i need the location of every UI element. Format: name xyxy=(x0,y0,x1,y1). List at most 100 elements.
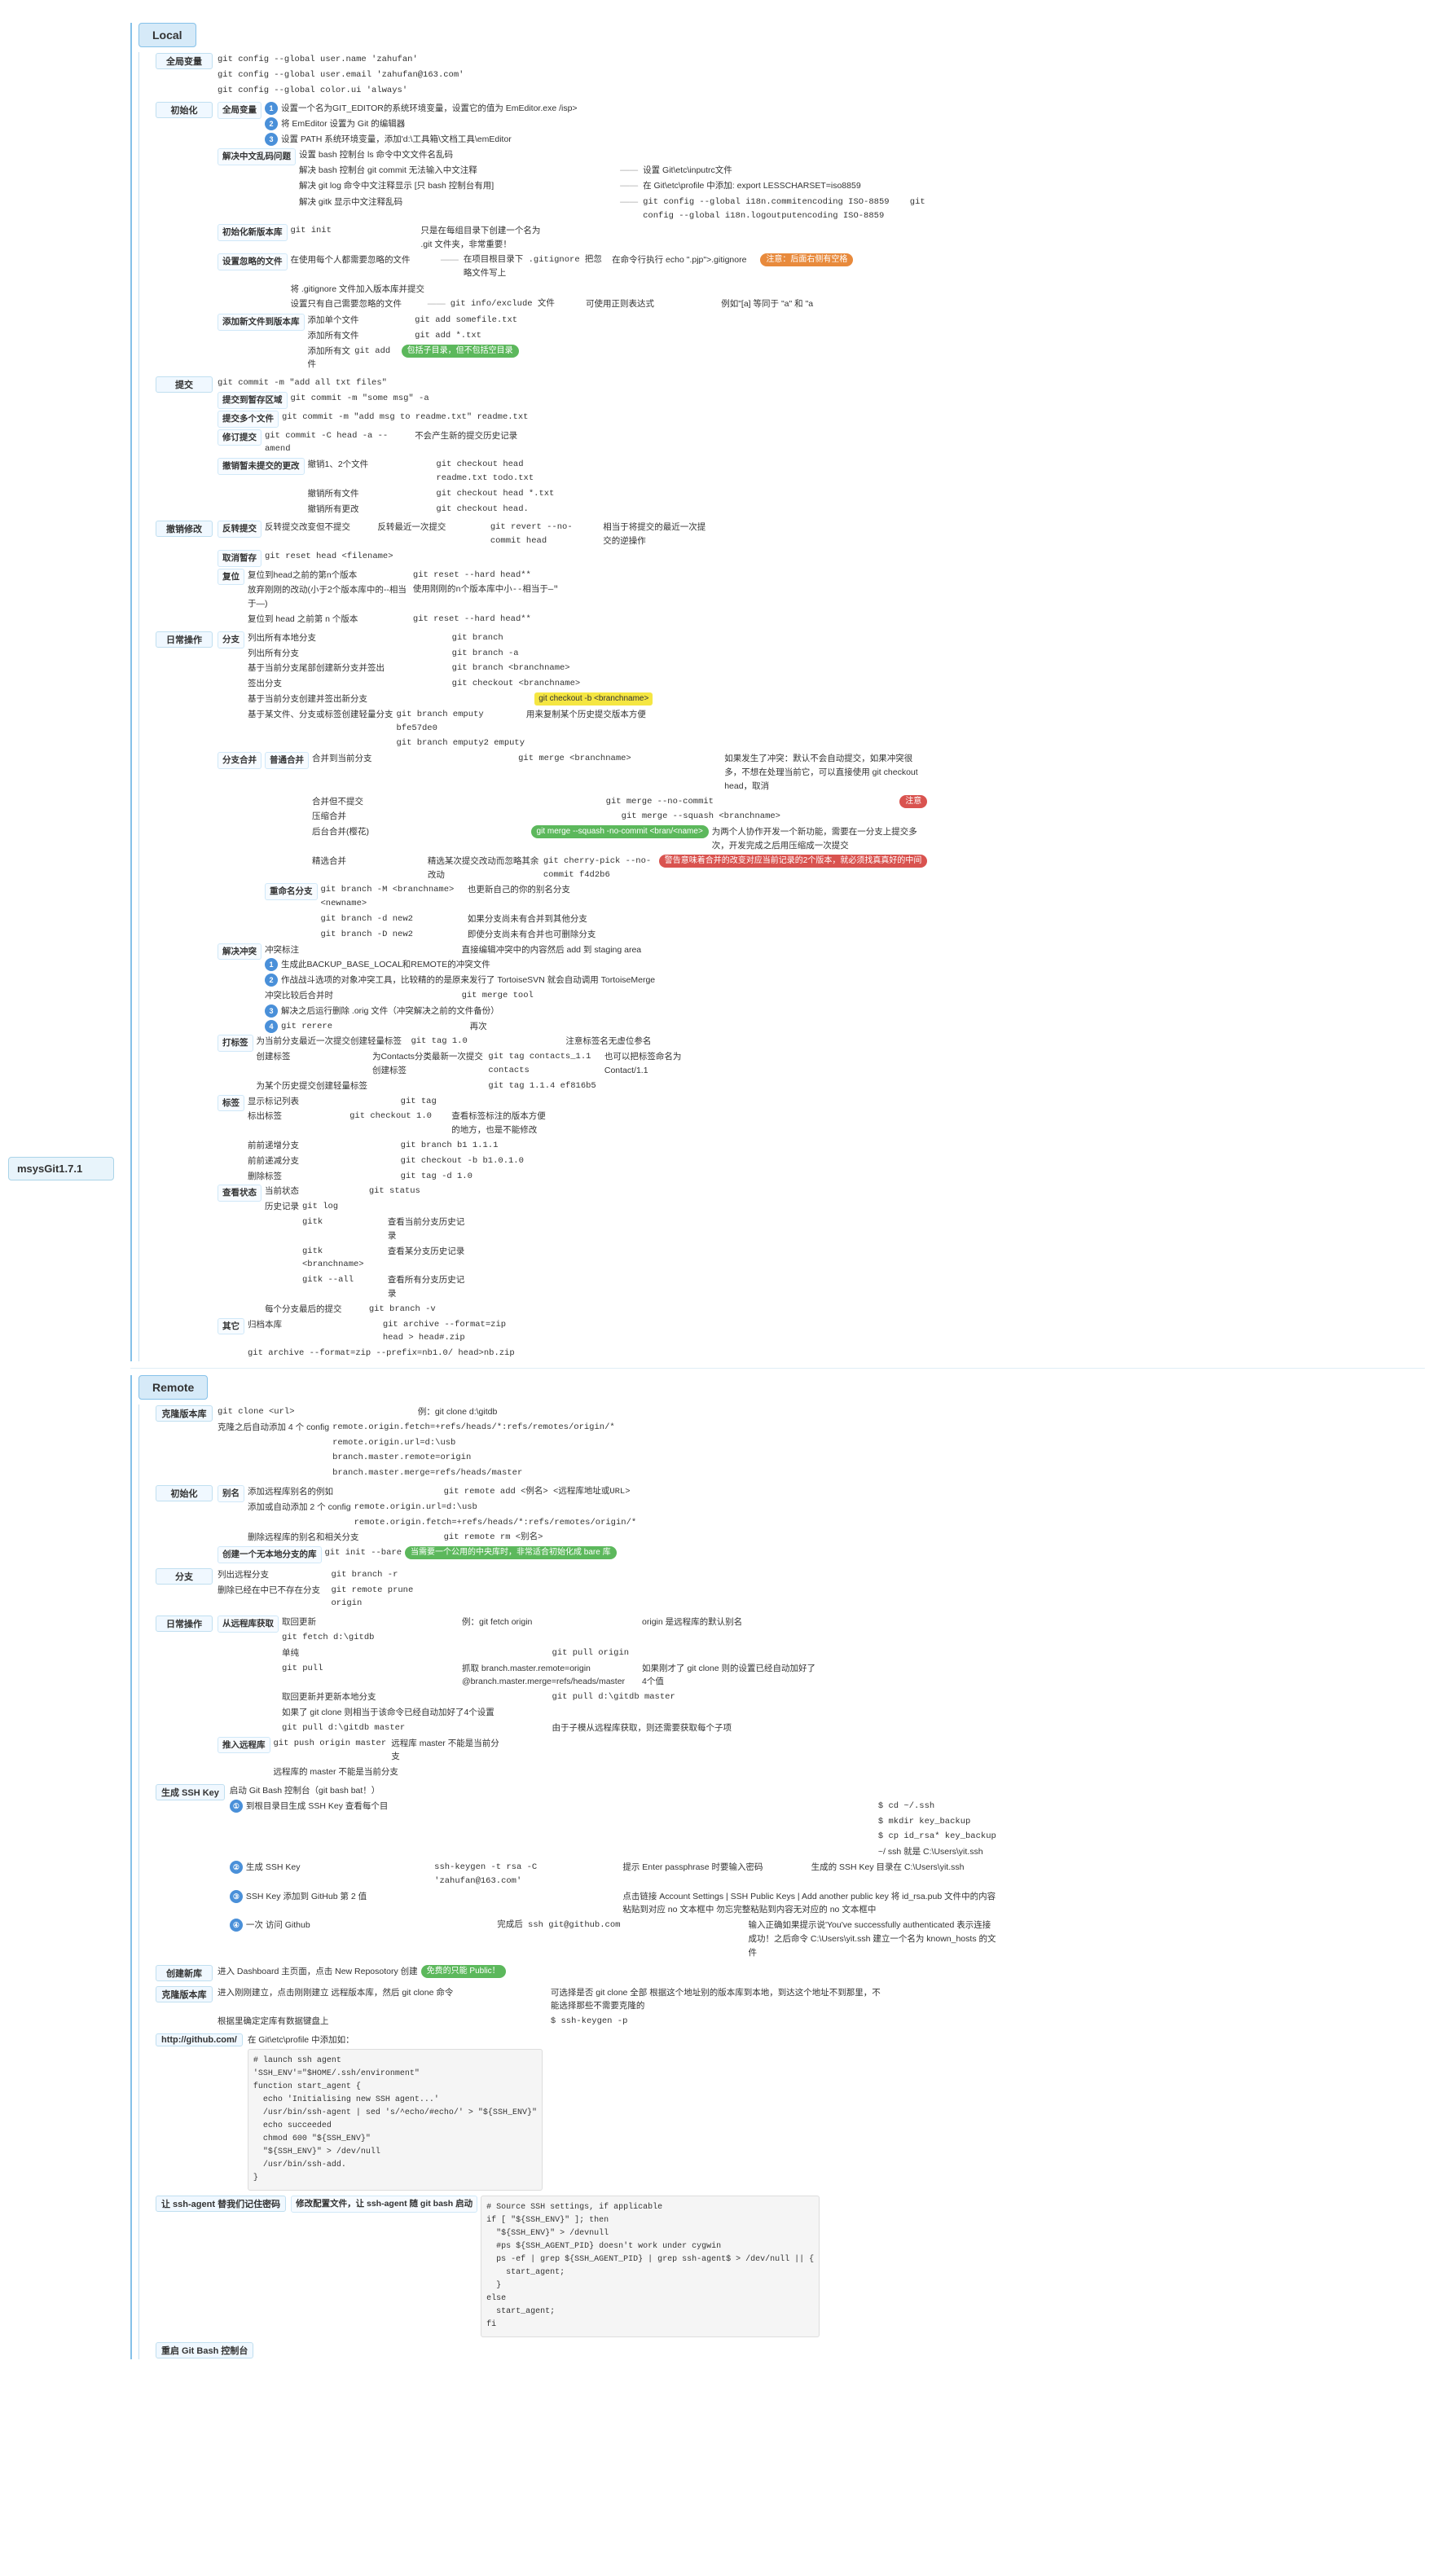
ssh-note-3b: 生成的 SSH Key 目录在 C:\Users\yit.ssh xyxy=(811,1861,996,1875)
tag-branch-cmd: git branch b1 1.1.1 xyxy=(401,1139,551,1153)
ssh-item-2-4: ~/ ssh 就是 C:\Users\yit.ssh xyxy=(878,1845,996,1859)
conflict-text-4: 解决之后运行删除 .orig 文件（冲突解决之前的文件备份） xyxy=(281,1004,655,1018)
undo-revert-row: 反转提交 反转提交改变但不提交 反转最近一次提交 git revert --no… xyxy=(218,521,713,548)
ssh-agent-config-label: 修改配置文件，让 ssh-agent 随 git bash 启动 xyxy=(291,2196,477,2213)
remote-branch-cmd-1: git branch -r xyxy=(331,1568,441,1582)
add-files-cmd-3: git add xyxy=(354,345,398,358)
undo-revert-cmd: git revert --no-commit head xyxy=(490,521,600,548)
ssh-item-3: ② 生成 SSH Key ssh-keygen -t rsa -C 'zahuf… xyxy=(230,1861,996,1888)
undo-reset-cmd-2: 使用刚刚的n个版本库中小--相当于—" xyxy=(413,583,575,597)
init-section: 初始化 全局变量 1 设置一个名为GIT_EDITOR的系统环境变量，设置它的值… xyxy=(156,102,1425,371)
fetch-item-1: 取回更新 例：git fetch origin origin 是远程库的默认别名 xyxy=(282,1615,819,1629)
add-files-cmd-2: git add *.txt xyxy=(415,329,519,343)
branch-createb-row: 基于当前分支创建并签出新分支 git checkout -b <branchna… xyxy=(248,692,653,706)
ssh-section: 生成 SSH Key 启动 Git Bash 控制台（git bash bat！… xyxy=(156,1784,1425,1960)
clone-section: 克隆版本库 git clone <url> 例：git clone d:\git… xyxy=(156,1405,1425,1480)
encoding-item-3: 解决 git log 命令中文注释显示 [只 bash 控制台有用] —— 在 … xyxy=(299,179,959,194)
tag-list-cmd: git tag xyxy=(401,1095,551,1109)
tag-item-3: 为某个历史提交创建轻量标签 git tag 1.1.4 ef816b5 xyxy=(257,1079,718,1093)
init-repo-label: 初始化新版本库 xyxy=(218,224,288,241)
tag-list-text: 显示标记列表 xyxy=(248,1095,398,1109)
conflict-content: 冲突标注 直接编辑冲突中的内容然后 add 到 staging area 1 生… xyxy=(265,943,655,1034)
remote-init-content: 别名 添加远程库别名的例如 git remote add <例名> <远程库地址… xyxy=(218,1485,636,1563)
status-log-cmd-3: gitk <branchname> xyxy=(302,1245,385,1273)
pull-item-3: 取回更新并更新本地分支 git pull d:\gitdb master xyxy=(282,1690,819,1704)
github-text-1: 在 Git\etc\profile 中添加如： xyxy=(248,2033,543,2047)
branch-lightweight-cmd-1: git branch emputy bfe57de0 xyxy=(397,708,523,736)
ssh-text-2: 到根目录目生成 SSH Key 查看每个目 xyxy=(246,1800,875,1813)
remote-branch-text-1: 列出远程分支 xyxy=(218,1568,327,1582)
undo-reset-item-2: 放弃刚刚的改动(小于2个版本库中的--相当于—) 使用刚刚的n个版本库中小--相… xyxy=(248,583,575,611)
branch-list-text: 列出所有本地分支 xyxy=(248,631,449,645)
commit-sub5-cmd-1: git checkout head readme.txt todo.txt xyxy=(436,458,561,486)
tag-branch-row: 前前递增分支 git branch b1 1.1.1 xyxy=(248,1139,550,1153)
commit-sub5-3: 撤销所有更改 git checkout head. xyxy=(308,503,562,517)
remote-label: Remote xyxy=(138,1375,208,1400)
ssh-item-5: ④ 一次 访问 Github 完成后 ssh git@github.com 输入… xyxy=(230,1919,996,1959)
undo-label: 撤销修改 xyxy=(156,521,213,537)
other-item-2: git archive --format=zip --prefix=nb1.0/… xyxy=(248,1347,515,1361)
global-var-row-3: git config --global color.ui 'always' xyxy=(218,84,464,98)
remote-alias-cfg-2: remote.origin.fetch=+refs/heads/*:refs/r… xyxy=(354,1516,637,1530)
conflict-section: 解决冲突 冲突标注 直接编辑冲突中的内容然后 add 到 staging are… xyxy=(218,943,927,1034)
add-files-item-2: 添加所有文件 git add *.txt xyxy=(308,329,519,343)
remote-clone-item-1: 进入刚刚建立，点击刚刚建立 远程版本库，然后 git clone 命令 可选择是… xyxy=(218,1986,881,2014)
encoding-content: 设置 bash 控制台 ls 命令中文文件名乱码 解决 bash 控制台 git… xyxy=(299,148,959,223)
status-label: 查看状态 xyxy=(218,1185,262,1202)
remote-clone-item-2: 根据里确定定库有数据键盘上 $ ssh-keygen -p xyxy=(218,2015,881,2029)
tag-checkout-note: 查看标签标注的版本方便的地方，也是不能修改 xyxy=(451,1110,550,1137)
global-var-section: 全局变量 git config --global user.name 'zahu… xyxy=(156,53,1425,97)
init-global-text-3: 设置 PATH 系统环境变量，添加'd:\工具箱\文档工具\emEditor xyxy=(281,133,578,147)
fetch-note-1: 例：git fetch origin xyxy=(462,1615,639,1629)
conflict-badge-2: 2 xyxy=(265,974,278,987)
remote-branch-item-1: 列出远程分支 git branch -r xyxy=(218,1568,442,1582)
add-files-label: 添加新文件到版本库 xyxy=(218,314,305,331)
fetch-item-2: git fetch d:\gitdb xyxy=(282,1631,819,1645)
status-branch-text: 每个分支最后的提交 xyxy=(265,1303,366,1317)
github-code-block: # launch ssh agent 'SSH_ENV'="$HOME/.ssh… xyxy=(248,2049,543,2191)
remote-bare-item: git init --bare 当需要一个公用的中央库时，非常适合初始化成 ba… xyxy=(325,1546,617,1560)
app-title: msysGit1.7.1 xyxy=(8,1157,114,1180)
undo-reset-content: 复位到head之前的第n个版本 git reset --hard head** … xyxy=(248,569,575,626)
merge-label: 分支合并 xyxy=(218,752,262,769)
tag-list-row: 显示标记列表 git tag xyxy=(248,1095,550,1109)
encoding-item-4: 解决 gitk 显示中文注释乱码 —— git config --global … xyxy=(299,196,959,223)
tag-ops-content: 显示标记列表 git tag 标出标签 git checkout 1.0 查看标… xyxy=(248,1095,550,1184)
remote-daily-section: 日常操作 从远程库获取 取回更新 例：git fetch origin orig… xyxy=(156,1615,1425,1779)
encoding-item-2: 解决 bash 控制台 git commit 无法输入中文注释 —— 设置 Gi… xyxy=(299,164,959,178)
ssh-item-4: ③ SSH Key 添加到 GitHub 第 2 值 点击链接 Account … xyxy=(230,1890,996,1918)
local-section: Local 全局变量 git config --global user.name… xyxy=(130,23,1425,1361)
clone-cmd-1: git clone <url> xyxy=(218,1405,415,1419)
commit-item-3: 提交多个文件 git commit -m "add msg to readme.… xyxy=(218,411,561,428)
merge-squash-text: 压缩合并 xyxy=(312,810,618,824)
ssh-label: 生成 SSH Key xyxy=(156,1784,225,1800)
ignore-text-3: 设置只有自己需要忽略的文件 xyxy=(291,297,423,311)
merge-bg-text: 后台合并(樱花) xyxy=(312,825,528,839)
conflict-text-2: 生成此BACKUP_BASE_LOCAL和REMOTE的冲突文件 xyxy=(281,958,655,972)
ssh-agent-label: 让 ssh-agent 替我们记住密码 xyxy=(156,2196,286,2212)
remote-clone-text-1: 进入刚刚建立，点击刚刚建立 远程版本库，然后 git clone 命令 xyxy=(218,1986,547,2000)
ssh-agent-content: 修改配置文件，让 ssh-agent 随 git bash 启动 # Sourc… xyxy=(291,2196,820,2337)
other-section: 其它 归档本库 git archive --format=zip head > … xyxy=(218,1318,927,1361)
merge-normal-text-1a: 合并到当前分支 xyxy=(312,752,515,766)
ssh-item-1: 启动 Git Bash 控制台（git bash bat！） xyxy=(230,1784,996,1798)
ssh-badge-2: ② xyxy=(230,1861,243,1874)
branch-lightweight-2: git branch emputy2 emputy xyxy=(397,736,653,750)
pull-desc-2: 如果刚才了 git clone 则的设置已经自动加好了4个值 xyxy=(642,1662,819,1690)
undo-reset-cmd-3: git reset --hard head** xyxy=(413,613,575,626)
ssh-agent-code-row: # Source SSH settings, if applicable if … xyxy=(481,2196,820,2337)
branch-delete-row-1: git branch -d new2 如果分支尚未有合并到其他分支 xyxy=(321,912,612,926)
pull-note-2: 抓取 branch.master.remote=origin @branch.m… xyxy=(462,1662,639,1690)
other-text-1: 归档本库 xyxy=(248,1318,380,1332)
daily-label: 日常操作 xyxy=(156,631,213,648)
init-global-label: 全局变量 xyxy=(218,102,262,119)
commit-sub5-2: 撤销所有文件 git checkout head *.txt xyxy=(308,487,562,501)
pull-cmd-3: git pull d:\gitdb master xyxy=(552,1690,820,1704)
ssh-badge-1: ① xyxy=(230,1800,243,1813)
status-log-cmd-2: gitk xyxy=(302,1215,385,1229)
commit-content: git commit -m "add all txt files" 提交到暂存区… xyxy=(218,376,561,516)
tag-checkout-b-row: 前前递减分支 git checkout -b b1.0.1.0 xyxy=(248,1154,550,1168)
conflict-cmd-5: git rerere xyxy=(281,1020,467,1034)
github-label: http://github.com/ xyxy=(156,2033,243,2046)
undo-reset-item-1: 复位到head之前的第n个版本 git reset --hard head** xyxy=(248,569,575,582)
